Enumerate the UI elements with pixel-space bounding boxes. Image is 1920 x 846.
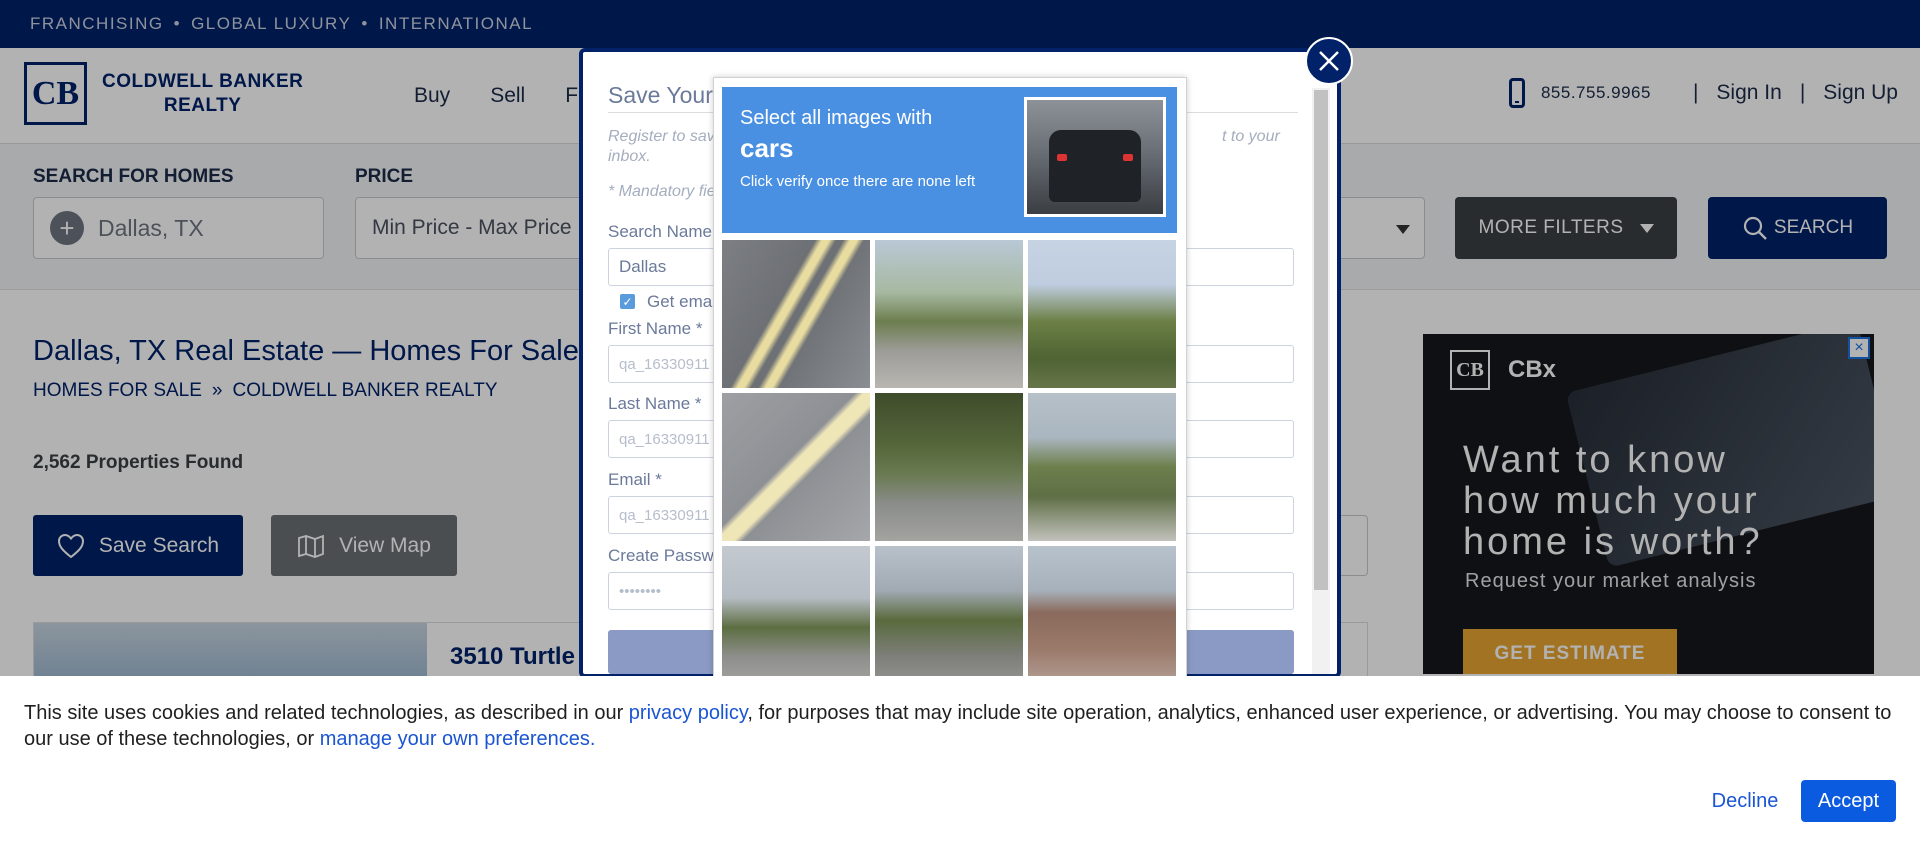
cookie-consent-banner: This site uses cookies and related techn… <box>0 676 1920 846</box>
close-icon <box>1319 51 1339 71</box>
modal-scrollbar[interactable] <box>1312 88 1330 674</box>
close-modal-button[interactable] <box>1305 37 1353 85</box>
email-label: Email * <box>608 470 662 489</box>
captcha-tile-tree-parked-car-tile[interactable] <box>875 393 1023 541</box>
captcha-hint: Click verify once there are none left <box>740 173 976 190</box>
captcha-tile-house-roof-tile[interactable] <box>1028 546 1176 694</box>
password-label: Create Passw <box>608 546 714 565</box>
first-name-label: First Name * <box>608 319 703 338</box>
modal-description-tail: t to your <box>1222 128 1280 145</box>
car-icon <box>1049 130 1141 202</box>
captcha-tile-street-trees-tile[interactable] <box>875 240 1023 388</box>
modal-description-start: Register to sav <box>608 128 715 145</box>
get-email-checkbox[interactable]: ✓ <box>620 294 635 309</box>
cookie-text-start: This site uses cookies and related techn… <box>24 702 629 724</box>
last-name-label: Last Name * <box>608 394 702 413</box>
captcha-tile-bridge-road-tile[interactable] <box>1028 393 1176 541</box>
cookie-message: This site uses cookies and related techn… <box>24 700 1894 752</box>
captcha-header: Select all images with cars Click verify… <box>722 87 1177 233</box>
privacy-policy-link[interactable]: privacy policy <box>629 702 748 724</box>
captcha-target: cars <box>740 133 794 163</box>
captcha-instruction: Select all images with <box>740 107 933 129</box>
captcha-challenge: Select all images with cars Click verify… <box>713 77 1187 707</box>
accept-button[interactable]: Accept <box>1801 780 1896 822</box>
captcha-tile-street-car-tile[interactable] <box>875 546 1023 694</box>
mandatory-note: * Mandatory fie <box>608 183 716 200</box>
captcha-tile-road-line-tile[interactable] <box>722 393 870 541</box>
captcha-example-image <box>1024 97 1166 217</box>
captcha-tile-highway-cars-tile[interactable] <box>722 546 870 694</box>
scrollbar-thumb[interactable] <box>1314 90 1328 590</box>
search-name-label: Search Name <box>608 222 712 241</box>
decline-button[interactable]: Decline <box>1680 780 1810 822</box>
get-email-label: Get ema <box>647 292 713 311</box>
captcha-tile-road-stripes-tile[interactable] <box>722 240 870 388</box>
captcha-image-grid <box>722 240 1176 694</box>
manage-preferences-link[interactable]: manage your own preferences. <box>320 728 596 750</box>
captcha-tile-traffic-light-tile[interactable] <box>1028 240 1176 388</box>
modal-title: Save Your <box>608 82 713 108</box>
